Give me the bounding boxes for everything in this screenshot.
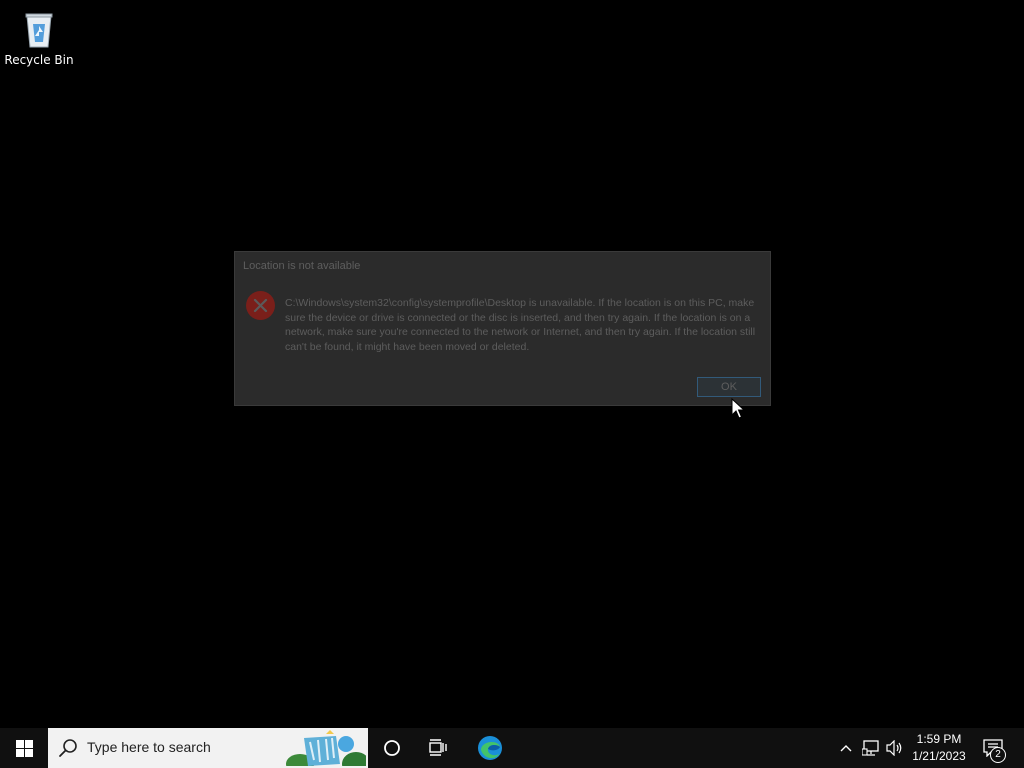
search-icon: [59, 739, 77, 757]
dialog-title: Location is not available: [243, 260, 361, 272]
recycle-bin-label: Recycle Bin: [4, 53, 74, 67]
task-view-icon: [429, 739, 447, 756]
cortana-button[interactable]: [369, 728, 415, 768]
cortana-icon: [384, 740, 400, 756]
show-hidden-icons-button[interactable]: [836, 728, 856, 768]
start-button[interactable]: [0, 728, 48, 768]
volume-icon: [886, 740, 902, 756]
clock[interactable]: 1:59 PM 1/21/2023: [906, 731, 972, 765]
chevron-up-icon: [840, 745, 852, 752]
mouse-cursor-icon: [731, 398, 745, 419]
location-error-dialog: Location is not available C:\Windows\sys…: [234, 251, 771, 406]
windows-start-icon: [15, 739, 33, 757]
notification-count-badge: 2: [990, 747, 1006, 763]
dialog-message: C:\Windows\system32\config\systemprofile…: [285, 297, 756, 353]
clock-time: 1:59 PM: [916, 732, 962, 746]
recycle-bin-shortcut[interactable]: Recycle Bin: [4, 6, 74, 67]
search-placeholder: Type here to search: [87, 739, 211, 755]
volume-button[interactable]: [884, 728, 906, 768]
task-view-button[interactable]: [416, 728, 462, 768]
network-button[interactable]: [860, 728, 882, 768]
error-icon: [246, 291, 275, 320]
recycle-bin-icon: [25, 13, 53, 48]
taskbar-search-box[interactable]: Type here to search: [48, 728, 368, 768]
ok-button[interactable]: OK: [697, 377, 761, 397]
search-highlight-illustration: [286, 730, 366, 766]
taskbar: Type here to search 1:59 PM 1/21/2023: [0, 728, 1024, 768]
clock-date: 1/21/2023: [912, 749, 966, 763]
edge-taskbar-button[interactable]: [467, 728, 513, 768]
edge-icon: [478, 736, 502, 760]
network-icon: [862, 740, 879, 756]
